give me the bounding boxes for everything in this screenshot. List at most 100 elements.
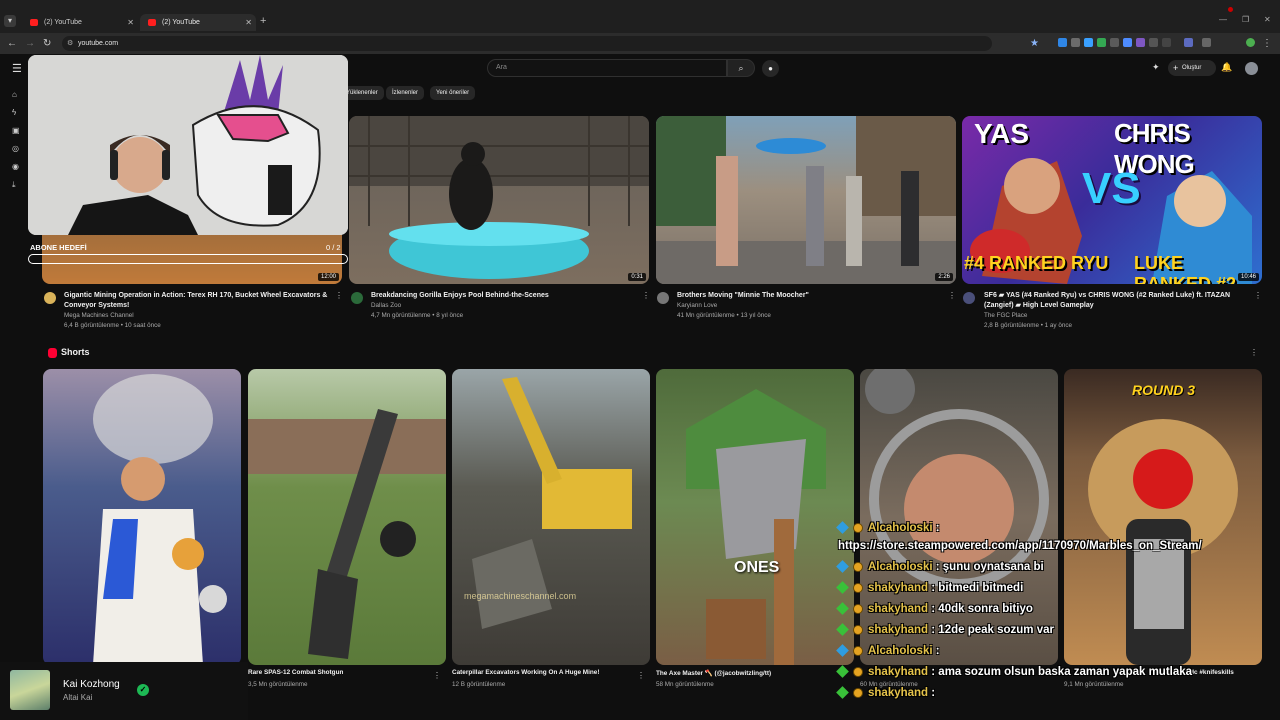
- more-options-icon[interactable]: ⋮: [948, 291, 956, 300]
- notification-badge: [1228, 7, 1233, 12]
- hamburger-menu-icon[interactable]: ☰: [12, 62, 22, 75]
- extension-icon[interactable]: [1149, 38, 1158, 47]
- channel-avatar[interactable]: [963, 292, 975, 304]
- browser-menu-icon[interactable]: ⋮: [1262, 38, 1272, 49]
- you-icon[interactable]: ◉: [12, 162, 19, 171]
- channel-avatar[interactable]: [351, 292, 363, 304]
- back-icon[interactable]: ←: [7, 38, 17, 49]
- home-icon[interactable]: ⌂: [12, 90, 17, 99]
- create-button[interactable]: + Oluştur: [1168, 60, 1216, 76]
- shorts-icon[interactable]: ϟ: [12, 108, 16, 117]
- notifications-bell-icon[interactable]: 🔔: [1221, 62, 1232, 73]
- subscriptions-icon[interactable]: ▣: [12, 126, 20, 135]
- more-options-icon[interactable]: ⋮: [642, 291, 650, 300]
- downloads-icon[interactable]: ⤓: [12, 180, 16, 190]
- short-title[interactable]: Caterpillar Excavators Working On A Huge…: [452, 669, 632, 676]
- window-close-icon[interactable]: ✕: [1264, 15, 1271, 24]
- short-thumbnail[interactable]: megamachineschannel.com: [452, 369, 650, 665]
- browser-tab-1[interactable]: (2) YouTube ✕: [22, 14, 138, 31]
- video-thumbnail[interactable]: 0:31: [349, 116, 649, 284]
- video-thumbnail[interactable]: YAS CHRIS WONG VS #4 RANKED RYU LUKE RAN…: [962, 116, 1262, 284]
- chat-message: https://store.steampowered.com/app/11709…: [838, 540, 1202, 552]
- close-tab-icon[interactable]: ✕: [127, 14, 134, 31]
- subscriber-badge-icon: [836, 560, 849, 574]
- profile-icon[interactable]: [1246, 38, 1255, 47]
- search-input[interactable]: Ara: [487, 59, 727, 77]
- extension-icon[interactable]: [1110, 38, 1119, 47]
- extension-icon[interactable]: [1184, 38, 1193, 47]
- explore-icon[interactable]: ◎: [12, 144, 19, 153]
- cast-icon[interactable]: ✦: [1152, 62, 1160, 73]
- video-title[interactable]: Gigantic Mining Operation in Action: Ter…: [64, 291, 329, 311]
- more-options-icon[interactable]: ⋮: [1254, 291, 1262, 300]
- video-thumbnail[interactable]: 2:26: [656, 116, 956, 284]
- bookmark-star-icon[interactable]: ★: [1030, 38, 1039, 49]
- account-avatar[interactable]: [1245, 62, 1258, 75]
- channel-name[interactable]: Mega Machines Channel: [64, 311, 329, 321]
- chat-message: shakyhand :: [836, 686, 935, 700]
- short-title[interactable]: The Axe Master 🪓 (@jacobwitzling/tt): [656, 669, 836, 677]
- video-title[interactable]: Brothers Moving "Minnie The Moocher": [677, 291, 942, 301]
- video-title[interactable]: SF6 ▰ YAS (#4 Ranked Ryu) vs CHRIS WONG …: [984, 291, 1249, 311]
- short-views: 12 B görüntülenme: [452, 681, 506, 688]
- video-title[interactable]: Breakdancing Gorilla Enjoys Pool Behind-…: [371, 291, 636, 301]
- minimize-icon[interactable]: —: [1219, 15, 1227, 24]
- browser-tab-2[interactable]: (2) YouTube ✕: [140, 14, 256, 31]
- chip-new-recommendations[interactable]: Yeni öneriler: [430, 86, 476, 100]
- shorts-logo-icon: [48, 348, 57, 358]
- extension-icon[interactable]: [1071, 38, 1080, 47]
- short-thumbnail[interactable]: ONES: [656, 369, 854, 665]
- subscriber-badge-icon: [836, 644, 849, 658]
- channel-name[interactable]: Karyiann Love: [677, 301, 942, 311]
- coin-badge-icon: [853, 522, 863, 533]
- thumbnail-art: [656, 116, 956, 284]
- maximize-icon[interactable]: ❐: [1242, 15, 1249, 24]
- short-title[interactable]: Rare SPAS-12 Combat Shotgun: [248, 669, 428, 676]
- search-icon[interactable]: ⌕: [727, 59, 755, 77]
- more-options-icon[interactable]: ⋮: [335, 291, 343, 300]
- video-duration: 0:31: [628, 273, 646, 281]
- short-title[interactable]: #edc #knifeskills: [1183, 669, 1259, 676]
- microphone-icon[interactable]: ●: [762, 60, 779, 77]
- extension-icon[interactable]: [1123, 38, 1132, 47]
- short-thumbnail[interactable]: [860, 369, 1058, 665]
- extension-icon[interactable]: [1136, 38, 1145, 47]
- extension-icon[interactable]: [1084, 38, 1093, 47]
- coin-badge-icon: [853, 561, 863, 572]
- subscriber-goal-bar: [28, 254, 348, 264]
- chat-message: Alcaholoski : şunu oynatsana bi: [836, 560, 1044, 574]
- close-tab-icon[interactable]: ✕: [245, 14, 252, 31]
- more-options-icon[interactable]: ⋮: [637, 671, 645, 680]
- chat-message: shakyhand : 12de peak sozum var: [836, 623, 1054, 637]
- subscriber-badge-icon: [836, 602, 849, 616]
- forward-icon[interactable]: →: [25, 38, 35, 49]
- channel-avatar[interactable]: [657, 292, 669, 304]
- channel-name[interactable]: Dallas Zoo: [371, 301, 636, 311]
- address-bar[interactable]: ⚙ youtube.com: [62, 36, 992, 51]
- extension-icon[interactable]: [1162, 38, 1171, 47]
- subscriber-badge-icon: [836, 686, 849, 700]
- subscriber-goal-count: 0 / 2: [326, 243, 341, 252]
- thumbnail-text-yas: YAS: [974, 118, 1030, 149]
- site-info-icon[interactable]: ⚙: [67, 36, 73, 51]
- short-thumbnail[interactable]: [43, 369, 241, 665]
- extension-icon[interactable]: [1058, 38, 1067, 47]
- short-thumbnail[interactable]: ROUND 3: [1064, 369, 1262, 665]
- short-thumbnail[interactable]: [248, 369, 446, 665]
- extension-icon[interactable]: [1097, 38, 1106, 47]
- tab-search-icon[interactable]: ▾: [4, 15, 16, 27]
- subscriber-badge-icon: [836, 623, 849, 637]
- channel-name[interactable]: The FGC Place: [984, 311, 1249, 321]
- more-options-icon[interactable]: ⋮: [433, 671, 441, 680]
- short-caption: ONES: [734, 559, 780, 576]
- short-views: 3,5 Mn görüntülenme: [248, 681, 308, 688]
- new-tab-icon[interactable]: +: [260, 15, 266, 27]
- extensions-puzzle-icon[interactable]: [1202, 38, 1211, 47]
- reload-icon[interactable]: ↻: [43, 38, 51, 49]
- coin-badge-icon: [853, 666, 863, 677]
- coin-badge-icon: [853, 582, 863, 593]
- thumbnail-text-rank4: #4 RANKED RYU: [964, 253, 1109, 273]
- chip-watched[interactable]: İzlenenler: [386, 86, 425, 100]
- more-options-icon[interactable]: ⋮: [1250, 348, 1258, 357]
- channel-avatar[interactable]: [44, 292, 56, 304]
